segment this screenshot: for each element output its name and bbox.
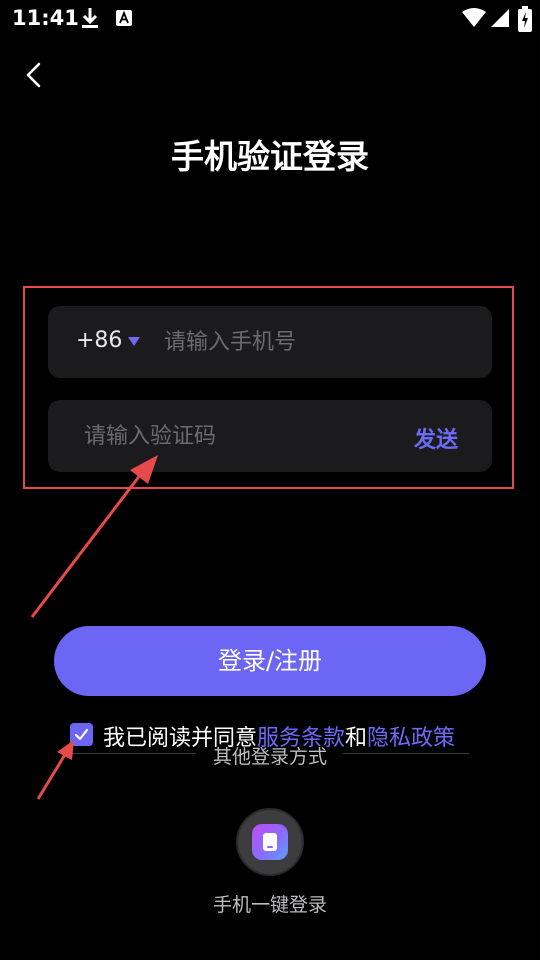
login-screen: 11:41 手机验证登录 +86 发送 登录/注册 (0, 0, 540, 960)
one-tap-login-button[interactable] (238, 810, 302, 874)
other-login-title: 其他登录方式 (212, 746, 327, 768)
battery-charging-icon (518, 6, 532, 36)
a-notification-icon (116, 10, 132, 30)
one-tap-logo (252, 824, 288, 860)
login-register-button[interactable]: 登录/注册 (54, 626, 486, 696)
chevron-left-icon (26, 62, 41, 88)
one-tap-login-label: 手机一键登录 (212, 894, 327, 916)
wifi-icon (462, 8, 486, 32)
page-title: 手机验证登录 (171, 137, 369, 176)
phone-icon (263, 833, 277, 851)
signal-icon (490, 8, 510, 32)
back-button[interactable] (20, 60, 50, 90)
annotation-highlight-box (23, 286, 514, 489)
status-bar: 11:41 (0, 0, 540, 36)
download-icon (80, 6, 100, 34)
status-time: 11:41 (12, 6, 79, 30)
check-icon (74, 728, 89, 741)
